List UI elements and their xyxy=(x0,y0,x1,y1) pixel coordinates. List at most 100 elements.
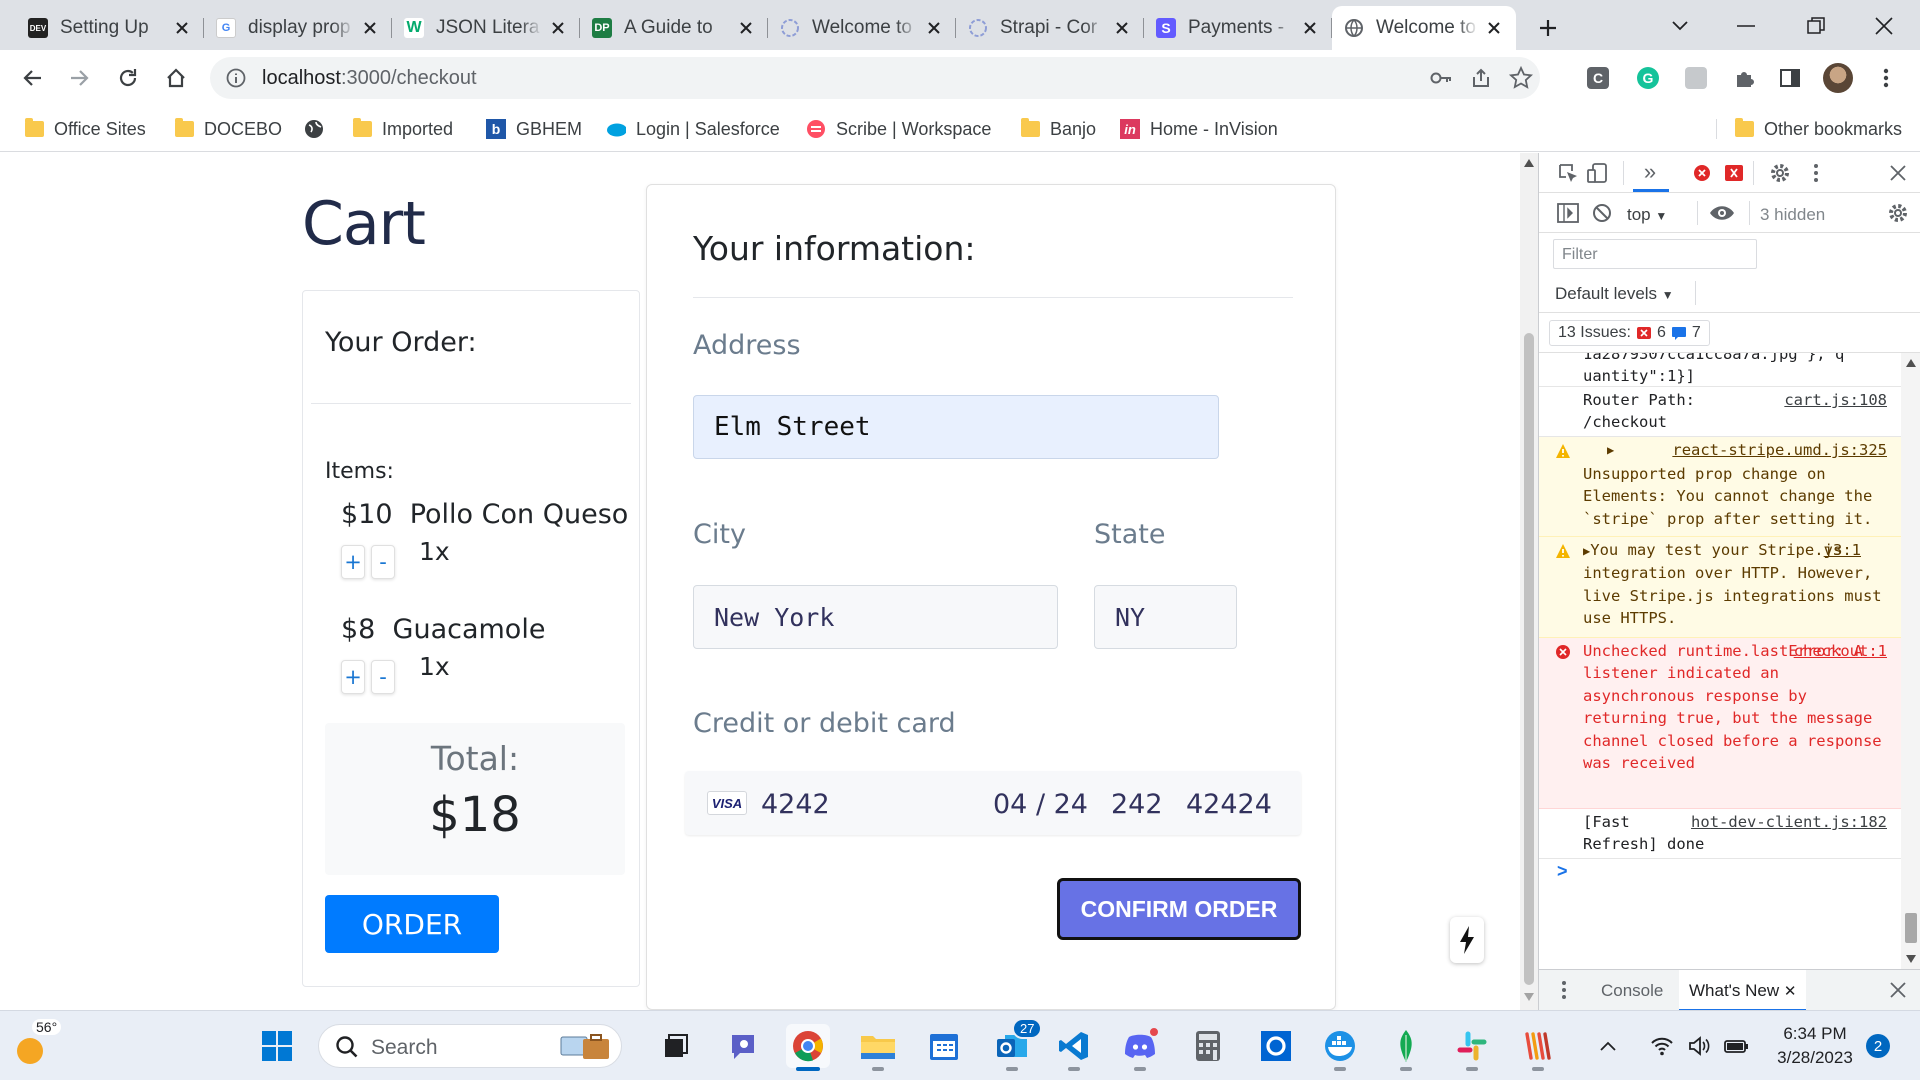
browser-tab[interactable]: Welcome to xyxy=(768,6,956,50)
new-tab-button[interactable] xyxy=(1530,10,1566,46)
eye-icon[interactable] xyxy=(1709,200,1735,226)
home-icon[interactable] xyxy=(158,60,194,96)
restore-icon[interactable] xyxy=(1802,12,1830,40)
close-tab-icon[interactable] xyxy=(1484,18,1504,38)
error-count-icon[interactable] xyxy=(1689,160,1715,186)
show-hidden-icons-chevron-icon[interactable] xyxy=(1590,1024,1626,1068)
tab-console[interactable]: Console xyxy=(1601,981,1663,1001)
page-scrollbar[interactable] xyxy=(1520,153,1538,1010)
bookmark-banjo[interactable]: Banjo xyxy=(1020,115,1096,143)
extension-c-icon[interactable]: C xyxy=(1580,60,1616,96)
close-tab-icon[interactable] xyxy=(736,18,756,38)
bookmark-gbhem[interactable]: b GBHEM xyxy=(486,115,582,143)
card-expiry-input[interactable]: 04 / 24 xyxy=(993,789,1088,820)
bookmark-other[interactable]: Other bookmarks xyxy=(1734,115,1902,143)
forward-icon[interactable] xyxy=(62,60,98,96)
console-prompt[interactable]: > xyxy=(1557,861,1568,882)
confirm-order-button[interactable]: CONFIRM ORDER xyxy=(1057,878,1301,940)
browser-tab[interactable]: S Payments - xyxy=(1144,6,1332,50)
bookmark-globe[interactable] xyxy=(304,115,334,143)
console-scrollbar[interactable] xyxy=(1901,353,1920,969)
drawer-menu-icon[interactable] xyxy=(1551,977,1577,1003)
start-button[interactable] xyxy=(255,1024,299,1068)
extension-puzzle-grey-icon[interactable] xyxy=(1678,60,1714,96)
expand-arrow-icon[interactable]: ▶ xyxy=(1607,439,1614,461)
close-tab-icon[interactable] xyxy=(924,18,944,38)
task-view-icon[interactable] xyxy=(654,1024,698,1068)
console-filter-input[interactable]: Filter xyxy=(1553,239,1757,269)
extensions-icon[interactable] xyxy=(1726,60,1762,96)
url-text[interactable]: localhost:3000/checkout xyxy=(262,67,477,90)
context-selector[interactable]: top ▼ xyxy=(1627,205,1667,225)
docker-icon[interactable] xyxy=(1318,1024,1362,1071)
tab-whats-new[interactable]: What's New ✕ xyxy=(1679,970,1807,1011)
decrease-qty-button[interactable]: - xyxy=(371,545,395,579)
bookmark-imported[interactable]: Imported xyxy=(352,115,453,143)
chrome-taskbar-icon[interactable] xyxy=(786,1024,830,1071)
close-devtools-icon[interactable] xyxy=(1885,160,1911,186)
settings-gear-icon[interactable] xyxy=(1767,160,1793,186)
back-icon[interactable] xyxy=(14,60,50,96)
address-bar[interactable]: localhost:3000/checkout xyxy=(210,57,1540,99)
issues-error-icon[interactable] xyxy=(1721,160,1747,186)
grammarly-icon[interactable]: G xyxy=(1630,60,1666,96)
close-tab-icon[interactable]: ✕ xyxy=(1784,983,1797,1000)
taskbar-search[interactable]: Search xyxy=(318,1024,622,1068)
bookmark-scribe[interactable]: Scribe | Workspace xyxy=(806,115,991,143)
vscode-icon[interactable] xyxy=(1052,1024,1096,1071)
close-tab-icon[interactable] xyxy=(1300,18,1320,38)
weather-widget[interactable]: 56° xyxy=(14,1019,62,1069)
bookmark-invision[interactable]: in Home - InVision xyxy=(1120,115,1278,143)
clear-console-icon[interactable] xyxy=(1589,200,1615,226)
increase-qty-button[interactable]: + xyxy=(341,660,365,694)
issues-counter[interactable]: 13 Issues: 6 7 xyxy=(1549,320,1710,346)
source-link[interactable]: cart.js:108 xyxy=(1784,389,1887,411)
source-link[interactable]: hot-dev-client.js:182 xyxy=(1691,811,1887,833)
devtools-menu-icon[interactable] xyxy=(1803,160,1829,186)
cortana-app-icon[interactable] xyxy=(1254,1024,1298,1068)
clock[interactable]: 6:34 PM 3/28/2023 xyxy=(1770,1022,1860,1070)
card-zip-input[interactable]: 42424 xyxy=(1186,789,1272,820)
browser-tab[interactable]: DEV Setting Up xyxy=(16,6,204,50)
close-tab-icon[interactable] xyxy=(548,18,568,38)
sidebar-toggle-icon[interactable] xyxy=(1555,200,1581,226)
card-number-input[interactable]: 4242 xyxy=(761,789,830,820)
console-settings-gear-icon[interactable] xyxy=(1885,200,1911,226)
decrease-qty-button[interactable]: - xyxy=(371,660,395,694)
mongodb-compass-icon[interactable] xyxy=(1384,1024,1428,1071)
file-explorer-icon[interactable] xyxy=(856,1024,900,1071)
increase-qty-button[interactable]: + xyxy=(341,545,365,579)
bookmark-star-icon[interactable] xyxy=(1509,66,1533,90)
more-panels-icon[interactable]: » xyxy=(1637,159,1663,185)
calendar-icon[interactable] xyxy=(922,1024,966,1068)
profile-avatar[interactable] xyxy=(1820,60,1856,96)
bookmark-docebo[interactable]: DOCEBO xyxy=(174,115,282,143)
source-link[interactable]: v3:1 xyxy=(1824,539,1861,561)
teams-chat-icon[interactable] xyxy=(722,1024,766,1068)
system-tray[interactable] xyxy=(1640,1024,1760,1068)
browser-tab[interactable]: W JSON Litera xyxy=(392,6,580,50)
key-icon[interactable] xyxy=(1430,68,1452,88)
default-levels-dropdown[interactable]: Default levels ▼ xyxy=(1555,284,1674,304)
tab-search-chevron-icon[interactable] xyxy=(1666,12,1694,40)
close-tab-icon[interactable] xyxy=(360,18,380,38)
browser-tab[interactable]: G display prop xyxy=(204,6,392,50)
browser-tab-active[interactable]: Welcome to xyxy=(1332,6,1516,50)
browser-tab[interactable]: DP A Guide to xyxy=(580,6,768,50)
inspect-element-icon[interactable] xyxy=(1555,160,1581,186)
source-link[interactable]: checkout:1 xyxy=(1794,640,1887,662)
browser-menu-icon[interactable] xyxy=(1868,60,1904,96)
source-link[interactable]: react-stripe.umd.js:325 xyxy=(1672,439,1887,461)
card-element[interactable]: VISA 4242 04 / 24 242 42424 xyxy=(685,771,1301,835)
close-tab-icon[interactable] xyxy=(172,18,192,38)
city-input[interactable]: New York xyxy=(693,585,1058,649)
heidisql-icon[interactable] xyxy=(1516,1024,1560,1071)
close-tab-icon[interactable] xyxy=(1112,18,1132,38)
site-info-icon[interactable] xyxy=(226,68,246,88)
bookmark-salesforce[interactable]: Login | Salesforce xyxy=(606,115,780,143)
device-toolbar-icon[interactable] xyxy=(1585,160,1611,186)
slack-icon[interactable] xyxy=(1450,1024,1494,1071)
browser-tab[interactable]: Strapi - Cor xyxy=(956,6,1144,50)
share-icon[interactable] xyxy=(1470,67,1492,89)
state-input[interactable]: NY xyxy=(1094,585,1237,649)
